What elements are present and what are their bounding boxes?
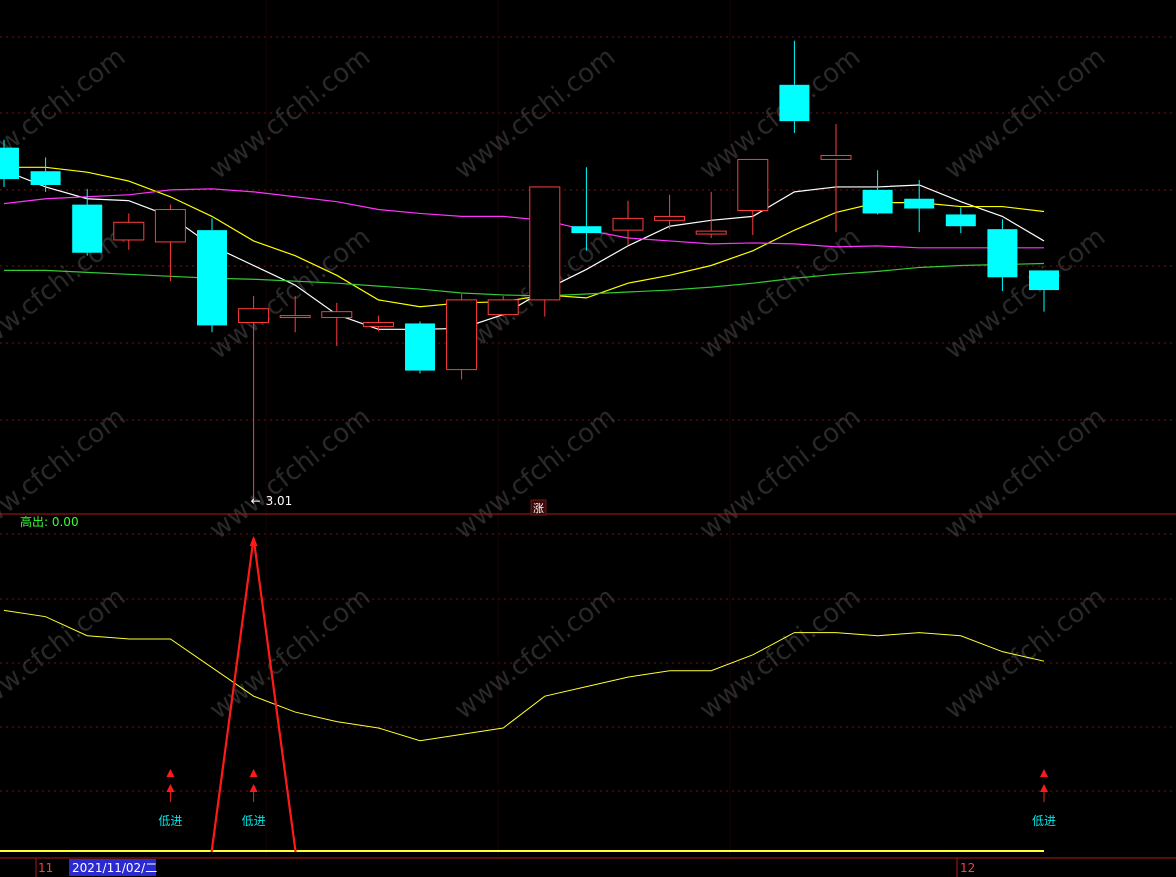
buy-signal-label: 低进 <box>158 814 182 828</box>
candle[interactable] <box>446 293 478 380</box>
rise-badge[interactable]: 涨 <box>530 499 547 516</box>
candle-body-down <box>30 171 61 185</box>
candle-body-down <box>945 214 976 227</box>
candle-body-down <box>1029 270 1059 291</box>
min-price-annotation: ← 3.01 <box>251 494 293 508</box>
buy-signal-label: 低进 <box>242 814 266 828</box>
min-price-arrow-icon: ← <box>251 494 261 508</box>
candle-body-down <box>987 229 1018 278</box>
selected-date-label: 2021/11/02/二 <box>72 861 157 875</box>
candle-body-down <box>862 189 893 214</box>
candle-body-up <box>737 158 769 212</box>
min-price-label: 3.01 <box>266 494 293 508</box>
candle-body-up <box>362 321 394 327</box>
date-axis-left-month: 11 <box>38 861 53 875</box>
candle-body-up <box>820 155 852 160</box>
candle-body-down <box>405 323 435 371</box>
candle-body-down <box>0 147 19 180</box>
date-axis-right-month: 12 <box>960 861 975 875</box>
candle-body-up <box>238 308 270 323</box>
candle-body-up <box>279 315 311 319</box>
rise-badge-label: 涨 <box>533 502 544 515</box>
candle-body-up <box>487 299 519 316</box>
candle-body-up <box>446 299 478 371</box>
candle-body-up <box>529 186 561 301</box>
candle[interactable] <box>529 186 561 317</box>
indicator-readout: 高出: 0.00 <box>20 514 79 529</box>
candle-body-up <box>695 230 727 235</box>
buy-signal-label: 低进 <box>1032 814 1056 828</box>
candle-body-down <box>571 226 602 234</box>
candle-body-down <box>197 230 227 326</box>
candle-body-up <box>612 217 644 231</box>
candle-body-up <box>321 311 353 319</box>
candle-body-up <box>154 209 186 243</box>
candle-body-down <box>72 204 103 253</box>
candle[interactable] <box>405 321 435 374</box>
candle-body-up <box>113 221 145 241</box>
candle-body-up <box>654 215 686 221</box>
candle-body-down <box>904 198 935 209</box>
candle[interactable] <box>197 218 227 333</box>
stock-chart[interactable]: www.cfchi.com www.cfchi.com www.cfchi.com w… <box>0 0 1176 877</box>
candle-body-down <box>779 84 810 122</box>
